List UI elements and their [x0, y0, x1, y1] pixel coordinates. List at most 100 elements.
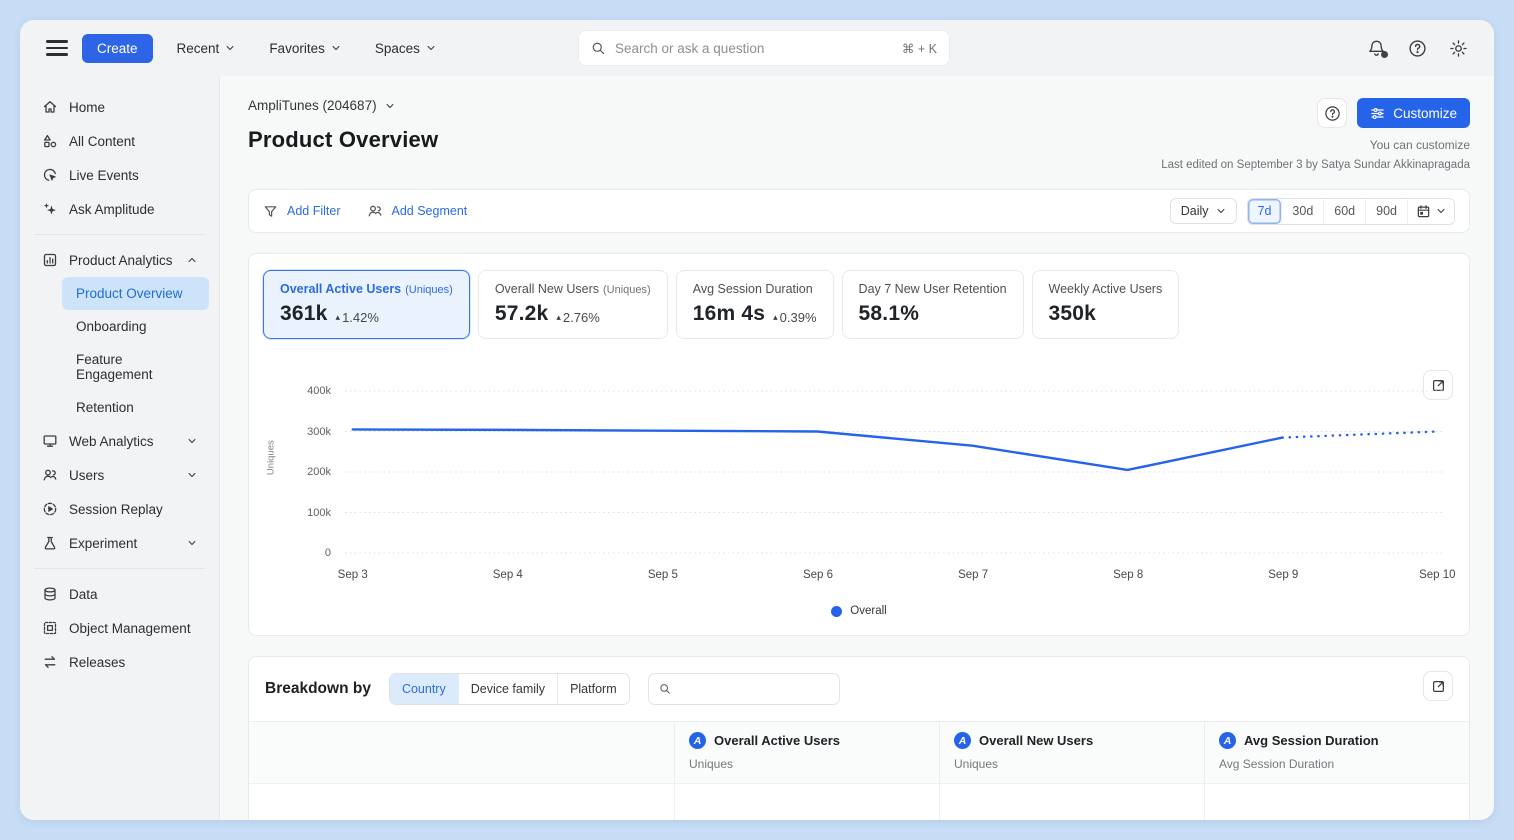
- granularity-value: Daily: [1181, 204, 1209, 218]
- sidebar-item-data[interactable]: Data: [30, 577, 209, 611]
- create-button[interactable]: Create: [82, 34, 153, 63]
- sidebar-item-onboarding[interactable]: Onboarding: [62, 310, 209, 343]
- sidebar-item-object-management[interactable]: Object Management: [30, 611, 209, 645]
- line-chart: Uniques 400k 300k 200k 100k 0 Sep 3 Sep …: [297, 383, 1445, 591]
- customize-label: Customize: [1393, 106, 1457, 121]
- metric-sub: (Uniques): [603, 284, 651, 296]
- sidebar-item-releases[interactable]: Releases: [30, 645, 209, 679]
- search-icon: [591, 41, 606, 56]
- delta-up-icon: ▴: [556, 312, 561, 323]
- sidebar-item-session-replay[interactable]: Session Replay: [30, 492, 209, 526]
- chevron-down-icon: [1216, 206, 1226, 216]
- customize-button[interactable]: Customize: [1357, 98, 1470, 128]
- customize-note: You can customize: [1161, 138, 1470, 152]
- metric-card-overall-active-users[interactable]: Overall Active Users(Uniques) 361k ▴1.42…: [263, 270, 470, 339]
- column-overall-new-users[interactable]: AOverall New Users Uniques: [939, 722, 1204, 783]
- chart-plot-area[interactable]: [345, 383, 1445, 563]
- breakdown-search-input[interactable]: [679, 682, 829, 696]
- legend-dot: [831, 606, 842, 617]
- sidebar-item-label: Product Analytics: [69, 253, 173, 268]
- breakdown-search[interactable]: [648, 673, 840, 705]
- granularity-select[interactable]: Daily: [1170, 198, 1237, 224]
- range-90d-button[interactable]: 90d: [1365, 199, 1407, 224]
- column-overall-active-users[interactable]: AOverall Active Users Uniques: [674, 722, 939, 783]
- settings-button[interactable]: [1449, 39, 1468, 58]
- sidebar-item-label: Data: [69, 587, 98, 602]
- chevron-up-icon: [187, 255, 197, 265]
- sidebar-item-feature-engagement[interactable]: Feature Engagement: [62, 343, 209, 391]
- sidebar-item-label: Feature Engagement: [76, 352, 197, 382]
- column-avg-session-duration[interactable]: AAvg Session Duration Avg Session Durati…: [1204, 722, 1469, 783]
- sliders-icon: [1370, 106, 1385, 121]
- project-selector[interactable]: AmpliTunes (204687): [248, 98, 438, 113]
- range-30d-button[interactable]: 30d: [1281, 199, 1323, 224]
- project-name: AmpliTunes (204687): [248, 98, 377, 113]
- search-icon: [659, 682, 671, 696]
- sidebar-item-web-analytics[interactable]: Web Analytics: [30, 424, 209, 458]
- notifications-button[interactable]: [1367, 39, 1386, 58]
- global-search[interactable]: ⌘ + K: [578, 30, 950, 66]
- favorites-menu-label: Favorites: [269, 41, 325, 56]
- range-60d-button[interactable]: 60d: [1323, 199, 1365, 224]
- metric-label: Overall New Users: [495, 282, 599, 296]
- open-breakdown-button[interactable]: [1423, 671, 1453, 701]
- calendar-button[interactable]: [1407, 199, 1454, 224]
- sidebar-item-retention[interactable]: Retention: [62, 391, 209, 424]
- releases-icon: [42, 654, 58, 670]
- metric-value: 57.2k: [495, 302, 549, 326]
- column-subtitle: Avg Session Duration: [1219, 757, 1455, 771]
- column-name: Overall New Users: [979, 733, 1093, 748]
- search-shortcut: ⌘ + K: [902, 41, 937, 56]
- search-input[interactable]: [615, 41, 893, 56]
- recent-menu[interactable]: Recent: [167, 33, 246, 64]
- chevron-down-icon: [187, 538, 197, 548]
- metric-label: Overall Active Users: [280, 282, 401, 296]
- sidebar-item-users[interactable]: Users: [30, 458, 209, 492]
- play-circle-icon: [42, 501, 58, 517]
- metric-card-avg-session-duration[interactable]: Avg Session Duration 16m 4s ▴0.39%: [676, 270, 834, 339]
- table-row[interactable]: [249, 783, 1469, 820]
- funnel-icon: [263, 204, 278, 219]
- metric-card-day7-retention[interactable]: Day 7 New User Retention 58.1%: [842, 270, 1024, 339]
- metric-card-overall-new-users[interactable]: Overall New Users(Uniques) 57.2k ▴2.76%: [478, 270, 668, 339]
- sidebar-item-all-content[interactable]: All Content: [30, 124, 209, 158]
- sidebar-item-product-overview[interactable]: Product Overview: [62, 277, 209, 310]
- sidebar-item-ask-amplitude[interactable]: Ask Amplitude: [30, 192, 209, 226]
- metric-card-weekly-active-users[interactable]: Weekly Active Users 350k: [1032, 270, 1180, 339]
- tab-device-family[interactable]: Device family: [458, 674, 557, 704]
- favorites-menu[interactable]: Favorites: [259, 33, 351, 64]
- sidebar-divider: [34, 568, 205, 569]
- range-7d-button[interactable]: 7d: [1248, 199, 1282, 224]
- chevron-down-icon: [187, 470, 197, 480]
- spaces-menu[interactable]: Spaces: [365, 33, 446, 64]
- tab-platform[interactable]: Platform: [557, 674, 629, 704]
- home-icon: [42, 99, 58, 115]
- tab-country[interactable]: Country: [390, 674, 458, 704]
- sidebar-item-label: Onboarding: [76, 319, 147, 334]
- breakdown-tabs: Country Device family Platform: [389, 673, 630, 705]
- sidebar-item-home[interactable]: Home: [30, 90, 209, 124]
- filter-bar: Add Filter Add Segment Daily 7d 30d 60d: [248, 189, 1470, 233]
- sidebar-item-live-events[interactable]: Live Events: [30, 158, 209, 192]
- all-content-icon: [42, 133, 58, 149]
- chevron-down-icon: [187, 436, 197, 446]
- open-in-new-icon: [1431, 679, 1446, 694]
- x-axis-ticks: Sep 3 Sep 4 Sep 5 Sep 6 Sep 7 Sep 8 Sep …: [345, 569, 1445, 591]
- gear-icon: [1449, 39, 1468, 58]
- last-edited-note: Last edited on September 3 by Satya Sund…: [1161, 159, 1470, 171]
- add-filter-button[interactable]: Add Filter: [263, 204, 341, 219]
- dashboard-help-button[interactable]: [1317, 98, 1347, 128]
- y-axis-label: Uniques: [266, 440, 277, 475]
- chart-legend[interactable]: Overall: [263, 605, 1455, 617]
- metric-value: 361k: [280, 302, 328, 326]
- help-icon: [1324, 105, 1341, 122]
- sidebar-item-label: All Content: [69, 134, 135, 149]
- menu-icon[interactable]: [46, 40, 68, 55]
- add-segment-button[interactable]: Add Segment: [367, 203, 468, 219]
- breakdown-card: Breakdown by Country Device family Platf…: [248, 656, 1470, 820]
- delta-up-icon: ▴: [336, 312, 341, 323]
- sidebar-item-experiment[interactable]: Experiment: [30, 526, 209, 560]
- sidebar-item-product-analytics[interactable]: Product Analytics: [30, 243, 209, 277]
- recent-menu-label: Recent: [177, 41, 220, 56]
- help-button[interactable]: [1408, 39, 1427, 58]
